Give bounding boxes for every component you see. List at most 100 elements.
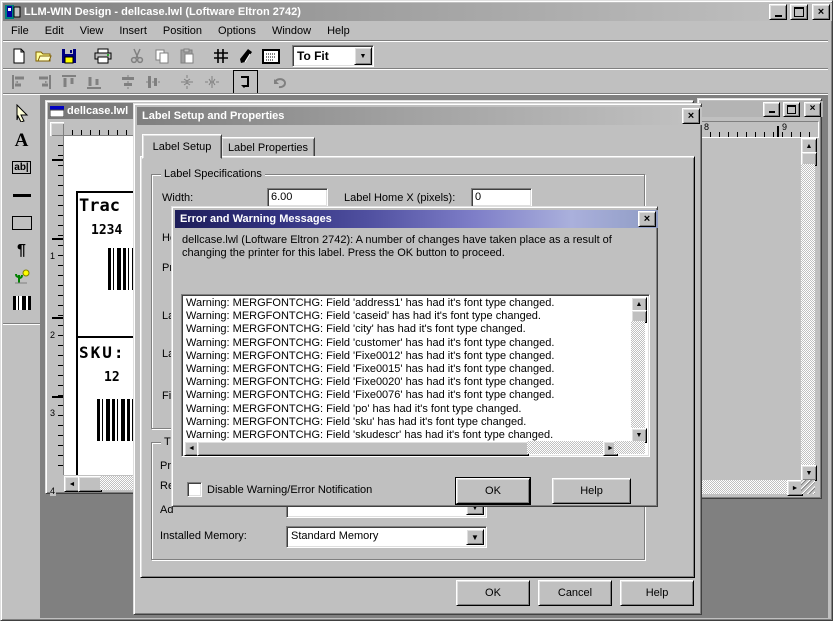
warning-list-item[interactable]: Warning: MERGFONTCHG: Field 'Fixe0012' h… [184, 350, 631, 363]
canvas-2[interactable] [701, 138, 801, 479]
warning-list-item[interactable]: Warning: MERGFONTCHG: Field 'Fixe0076' h… [184, 389, 631, 402]
ruler-number: 2 [50, 330, 56, 340]
minimize-icon[interactable] [763, 102, 780, 117]
vertical-ruler: 1 2 3 4 [50, 136, 64, 475]
data-view-icon[interactable] [258, 44, 283, 68]
warning-list-item[interactable]: Warning: MERGFONTCHG: Field 'po' has had… [184, 403, 631, 416]
close-icon[interactable]: × [804, 102, 821, 117]
save-icon[interactable] [56, 44, 81, 68]
installed-memory-combobox[interactable]: Standard Memory ▼ [286, 526, 487, 548]
scroll-down-icon[interactable]: ▼ [801, 465, 817, 481]
setup-dialog-title: Label Setup and Properties [139, 110, 284, 122]
separator [224, 70, 233, 94]
warning-list-item[interactable]: Warning: MERGFONTCHG: Field 'sku' has ha… [184, 416, 631, 429]
group-label: Label Specifications [161, 168, 265, 180]
scroll-track[interactable] [801, 164, 815, 465]
align-left-icon [6, 70, 31, 94]
width-input[interactable]: 6.00 [267, 188, 328, 207]
window-title: LLM-WIN Design - dellcase.lwl (Loftware … [24, 6, 301, 18]
error-dialog-titlebar[interactable]: Error and Warning Messages × [175, 210, 658, 228]
warning-list-item[interactable]: Warning: MERGFONTCHG: Field 'Fixe0020' h… [184, 376, 631, 389]
setup-dialog-titlebar[interactable]: Label Setup and Properties × [137, 107, 702, 125]
ok-button-default-ring: OK [455, 477, 531, 505]
button-label: OK [485, 485, 501, 497]
line-icon[interactable] [9, 183, 34, 207]
picture-icon[interactable] [9, 265, 34, 289]
scroll-thumb[interactable] [78, 476, 102, 492]
help-button[interactable]: Help [552, 478, 631, 504]
close-icon[interactable]: × [638, 211, 656, 227]
chevron-down-icon[interactable]: ▼ [466, 529, 484, 545]
scroll-track[interactable] [527, 441, 603, 454]
menu-item[interactable]: Edit [37, 23, 72, 39]
center-vertical-icon [140, 70, 165, 94]
scroll-track[interactable] [701, 480, 787, 494]
textfield-icon[interactable]: ab| [9, 155, 34, 179]
rotate-icon[interactable] [233, 70, 258, 94]
warning-list-item[interactable]: Warning: MERGFONTCHG: Field 'city' has h… [184, 323, 631, 336]
rectangle-icon[interactable] [9, 211, 34, 235]
print-icon[interactable] [90, 44, 115, 68]
preview-text-number[interactable]: 1234 [91, 223, 122, 238]
warning-list-item[interactable]: Warning: MERGFONTCHG: Field 'caseid' has… [184, 310, 631, 323]
menu-item[interactable]: Options [210, 23, 264, 39]
label-home-x-input[interactable]: 0 [471, 188, 532, 207]
menu-item[interactable]: View [72, 23, 112, 39]
close-icon[interactable]: × [682, 108, 700, 124]
ruler-number: 3 [50, 408, 56, 418]
warning-list-item[interactable]: Warning: MERGFONTCHG: Field 'customer' h… [184, 337, 631, 350]
preview-text-sku[interactable]: SKU: [79, 343, 126, 362]
ok-button[interactable]: OK [456, 580, 530, 606]
preview-text-number2[interactable]: 12 [104, 370, 120, 385]
help-button[interactable]: Help [620, 580, 694, 606]
menu-item[interactable]: Help [319, 23, 358, 39]
document2-hscrollbar[interactable]: ► [701, 480, 801, 494]
menu-item[interactable]: Position [155, 23, 210, 39]
ruler-number: 9 [782, 122, 788, 132]
scroll-track[interactable] [631, 321, 645, 428]
barcode-icon[interactable] [9, 291, 34, 315]
warning-list-item[interactable]: Warning: MERGFONTCHG: Field 'address1' h… [184, 297, 631, 310]
resize-grip-icon[interactable] [801, 480, 815, 494]
disable-warning-label: Disable Warning/Error Notification [207, 484, 372, 496]
new-icon[interactable] [6, 44, 31, 68]
align-bottom-icon [81, 70, 106, 94]
button-label: OK [485, 587, 501, 599]
close-icon[interactable]: × [812, 4, 830, 20]
ok-button[interactable]: OK [456, 478, 530, 504]
list-vscrollbar[interactable]: ▲ ▼ [631, 297, 645, 441]
cancel-button[interactable]: Cancel [538, 580, 612, 606]
pen-icon[interactable] [233, 44, 258, 68]
main-titlebar[interactable]: LLM-WIN Design - dellcase.lwl (Loftware … [3, 3, 832, 21]
grid-icon[interactable] [208, 44, 233, 68]
button-label: Help [580, 485, 603, 497]
scroll-thumb[interactable] [197, 441, 529, 456]
menu-item[interactable]: File [3, 23, 37, 39]
pointer-icon[interactable] [9, 101, 34, 125]
menu-item[interactable]: Window [264, 23, 319, 39]
list-hscrollbar[interactable]: ◄ ► [184, 441, 631, 454]
tab-label-setup[interactable]: Label Setup [142, 134, 222, 159]
tab-label-properties[interactable]: Label Properties [221, 137, 315, 158]
ruler-number: 4 [50, 486, 56, 496]
open-icon[interactable] [31, 44, 56, 68]
text-icon[interactable]: A [9, 129, 34, 153]
warning-list-item[interactable]: Warning: MERGFONTCHG: Field 'skudescr' h… [184, 429, 631, 441]
document2-titlebar[interactable]: × [700, 101, 823, 117]
tool-palette: A ab| ¶ [3, 95, 41, 618]
document-window-2: × 8 9 ▲ ▼ ► [697, 98, 822, 499]
warning-list-item[interactable]: Warning: MERGFONTCHG: Field 'Fixe0015' h… [184, 363, 631, 376]
chevron-down-icon[interactable]: ▼ [354, 47, 372, 65]
maximize-icon[interactable] [790, 4, 808, 20]
ruler-origin-box[interactable] [50, 122, 65, 137]
menu-item[interactable]: Insert [111, 23, 155, 39]
maximize-icon[interactable] [783, 102, 800, 117]
paragraph-icon[interactable]: ¶ [9, 239, 34, 263]
document2-vscrollbar[interactable]: ▲ ▼ [801, 138, 815, 479]
disable-warning-checkbox[interactable] [187, 482, 202, 497]
preview-text-track[interactable]: Trac [79, 196, 120, 216]
error-message: dellcase.lwl (Loftware Eltron 2742): A n… [182, 234, 640, 260]
warnings-listbox[interactable]: Warning: MERGFONTCHG: Field 'address1' h… [181, 294, 650, 457]
zoom-combobox[interactable]: To Fit ▼ [292, 45, 374, 67]
minimize-icon[interactable] [769, 4, 787, 20]
